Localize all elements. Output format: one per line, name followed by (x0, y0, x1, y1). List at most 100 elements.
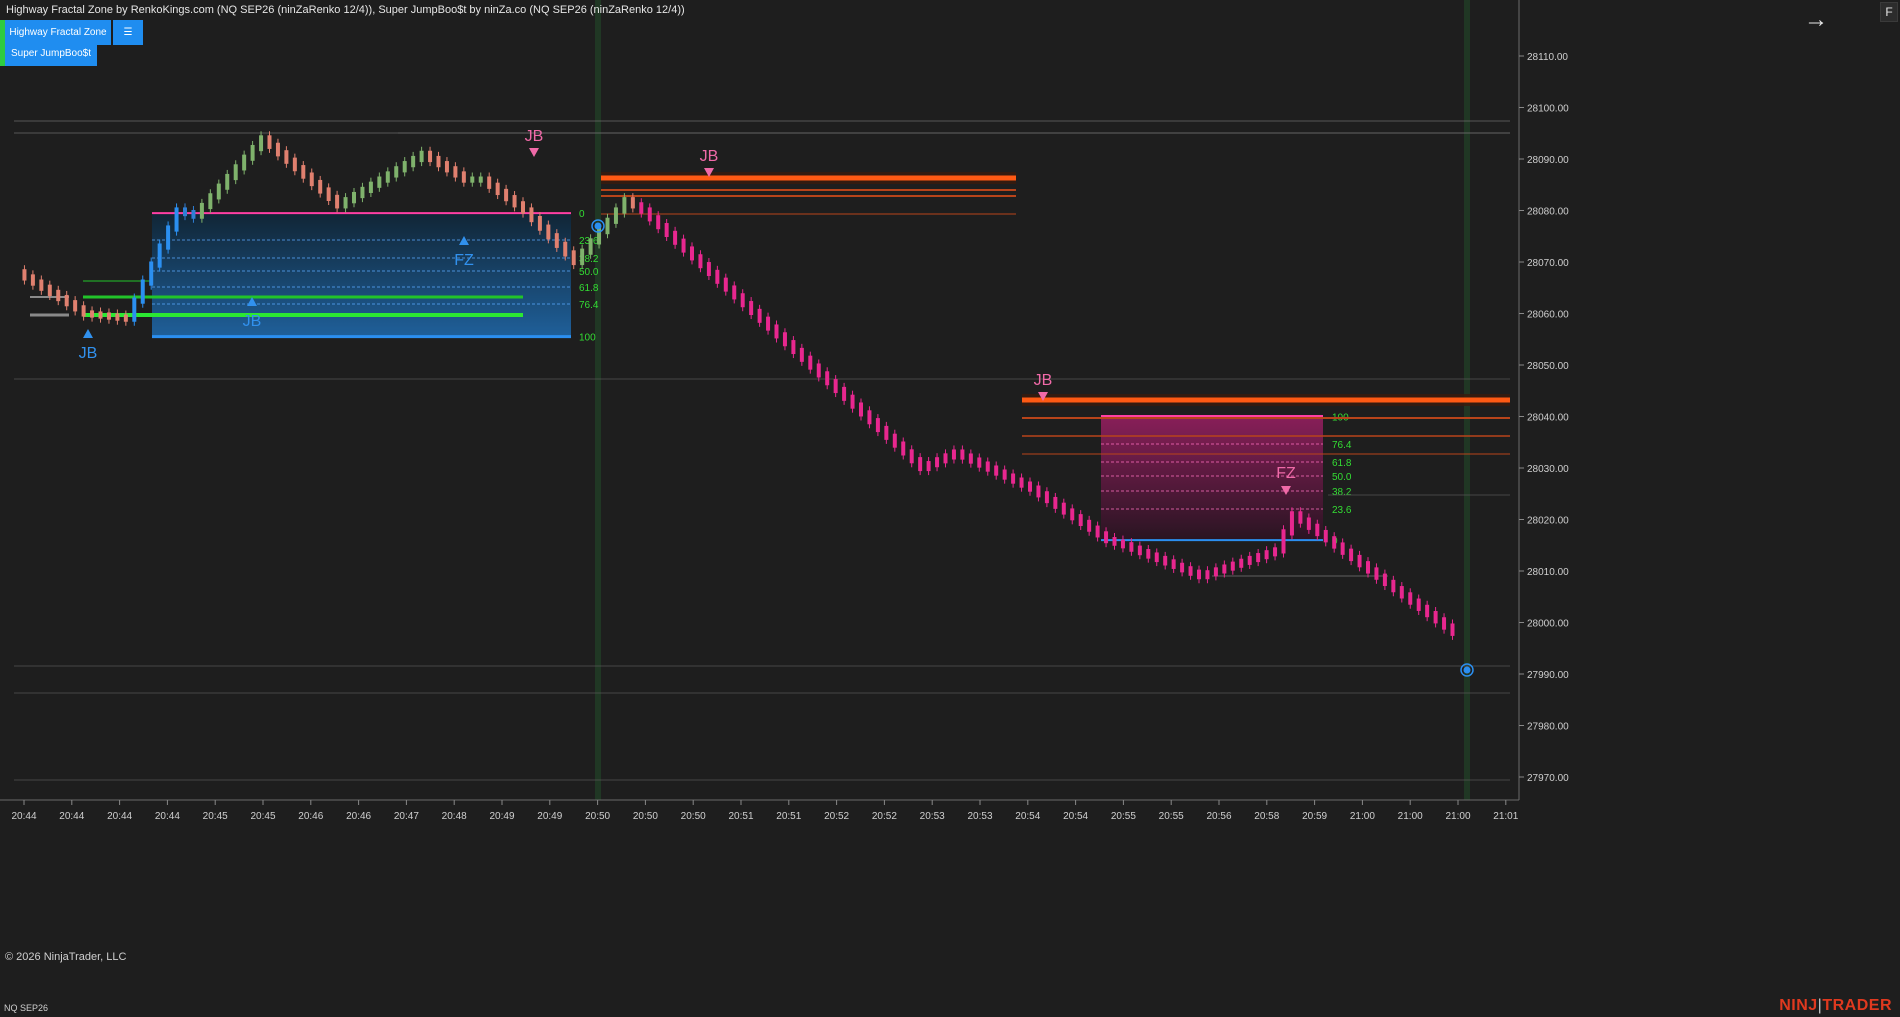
candle (411, 155, 416, 168)
y-tick-label: 28110.00 (1527, 52, 1568, 63)
x-tick-label: 20:53 (967, 811, 992, 822)
candle (478, 176, 483, 183)
x-tick-label: 20:45 (203, 811, 228, 822)
brand-right: TRADER (1822, 997, 1892, 1014)
candle (1382, 573, 1387, 587)
candle (1298, 511, 1303, 524)
bull-fib-label: 0 (579, 209, 585, 220)
candle (1137, 545, 1142, 556)
candle (859, 402, 863, 417)
bear-fib-label: 23.6 (1332, 505, 1352, 516)
f-button[interactable]: F (1880, 2, 1898, 22)
candle (132, 297, 137, 322)
x-tick-label: 20:52 (872, 811, 897, 822)
candle (639, 202, 644, 214)
candle (394, 166, 399, 178)
x-tick-label: 20:49 (537, 811, 562, 822)
candle (90, 310, 95, 318)
candle (816, 363, 821, 378)
candle (1053, 496, 1058, 509)
candle (715, 269, 720, 284)
candle (1247, 555, 1252, 565)
price-chart[interactable]: 023.638.250.061.876.410010076.461.850.03… (0, 0, 1900, 1017)
candle (1323, 529, 1328, 543)
y-tick-label: 28050.00 (1527, 361, 1569, 372)
candle (757, 308, 762, 323)
candle (512, 195, 517, 208)
x-tick-label: 20:46 (298, 811, 323, 822)
y-tick-label: 28100.00 (1527, 104, 1569, 115)
signal-label: JB (700, 148, 719, 165)
candle (292, 157, 297, 172)
x-tick-label: 20:54 (1063, 811, 1088, 822)
super-jumpboost-button[interactable]: Super JumpBoo$t (5, 41, 97, 66)
x-tick-label: 20:52 (824, 811, 849, 822)
candle (977, 457, 982, 468)
candle (766, 316, 771, 331)
candle (1450, 623, 1455, 636)
y-tick-label: 28080.00 (1527, 207, 1569, 218)
candle (140, 279, 145, 304)
candle (630, 197, 635, 209)
candle (352, 191, 356, 204)
chart-title: Highway Fractal Zone by RenkoKings.com (… (6, 4, 685, 16)
candle (1433, 611, 1438, 624)
candle (901, 441, 906, 456)
candle (656, 215, 661, 230)
candle (149, 261, 154, 286)
bear-fib-label: 76.4 (1332, 440, 1352, 451)
candle (309, 172, 314, 187)
x-tick-label: 20:51 (728, 811, 753, 822)
candle (174, 207, 179, 232)
candle (1002, 469, 1007, 480)
candle (994, 465, 999, 476)
candle (1078, 514, 1083, 527)
candle (1374, 567, 1379, 580)
candle (782, 332, 787, 347)
candle (1146, 549, 1151, 559)
candle (157, 243, 162, 268)
candle (208, 193, 213, 210)
signal-label: FZ (454, 252, 474, 269)
candle (1112, 537, 1117, 546)
candle (1129, 542, 1134, 552)
candle (191, 209, 196, 219)
candle (892, 433, 897, 448)
candle (183, 207, 187, 217)
candle (740, 293, 745, 308)
menu-button[interactable]: ☰ (113, 20, 143, 45)
y-tick-label: 27990.00 (1527, 670, 1569, 681)
candle (73, 300, 78, 312)
candle (504, 188, 509, 202)
candle (808, 355, 813, 370)
candle (960, 449, 965, 460)
candle (588, 238, 593, 255)
y-tick-label: 27970.00 (1527, 773, 1569, 784)
candle (850, 394, 855, 409)
signal-label: JB (1034, 372, 1053, 389)
x-tick-label: 20:56 (1206, 811, 1231, 822)
candle (360, 186, 365, 199)
bear-fib-label: 61.8 (1332, 458, 1352, 469)
candle (1028, 481, 1032, 492)
arrow-right-icon[interactable]: → (1804, 8, 1828, 32)
y-tick-label: 28030.00 (1527, 464, 1569, 475)
candle (1154, 552, 1159, 563)
x-tick-label: 20:55 (1111, 811, 1136, 822)
y-tick-label: 28060.00 (1527, 310, 1569, 321)
candle (275, 142, 280, 157)
x-tick-label: 21:00 (1398, 811, 1423, 822)
candle (1340, 542, 1345, 555)
candle (884, 425, 889, 440)
candle (909, 449, 914, 464)
candle (1061, 502, 1066, 515)
candle (1188, 566, 1193, 576)
candle (81, 305, 86, 317)
candle (664, 223, 669, 237)
candle (1087, 519, 1092, 532)
candle (166, 225, 171, 250)
x-tick-label: 20:46 (346, 811, 371, 822)
x-tick-label: 20:53 (920, 811, 945, 822)
y-tick-label: 28040.00 (1527, 413, 1569, 424)
candle (453, 166, 458, 178)
